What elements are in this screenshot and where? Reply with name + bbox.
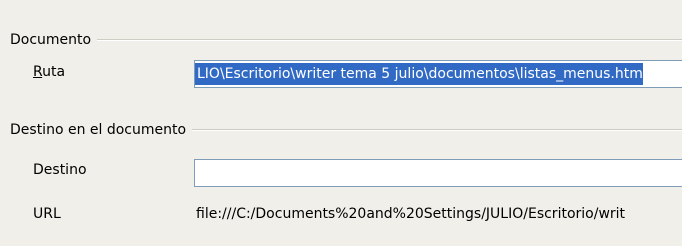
section-divider [192, 129, 682, 131]
documento-section-header: Documento [10, 32, 682, 48]
ruta-input[interactable]: LIO\Escritorio\writer tema 5 julio\docum… [194, 60, 682, 88]
hyperlink-document-panel: Documento Ruta LIO\Escritorio\writer tem… [0, 0, 682, 246]
section-divider [97, 39, 682, 41]
ruta-label-rest: uta [42, 64, 66, 80]
destino-section-header: Destino en el documento [10, 122, 682, 138]
ruta-label: Ruta [33, 64, 65, 80]
destino-section-title: Destino en el documento [10, 122, 187, 138]
url-value: file:///C:/Documents%20and%20Settings/JU… [196, 206, 626, 222]
ruta-label-mnemonic: R [33, 64, 43, 80]
ruta-input-value: LIO\Escritorio\writer tema 5 julio\docum… [195, 63, 643, 85]
destino-input[interactable] [194, 159, 682, 187]
documento-section-title: Documento [10, 32, 92, 48]
destino-label: Destino [33, 162, 87, 178]
url-label: URL [33, 206, 61, 222]
